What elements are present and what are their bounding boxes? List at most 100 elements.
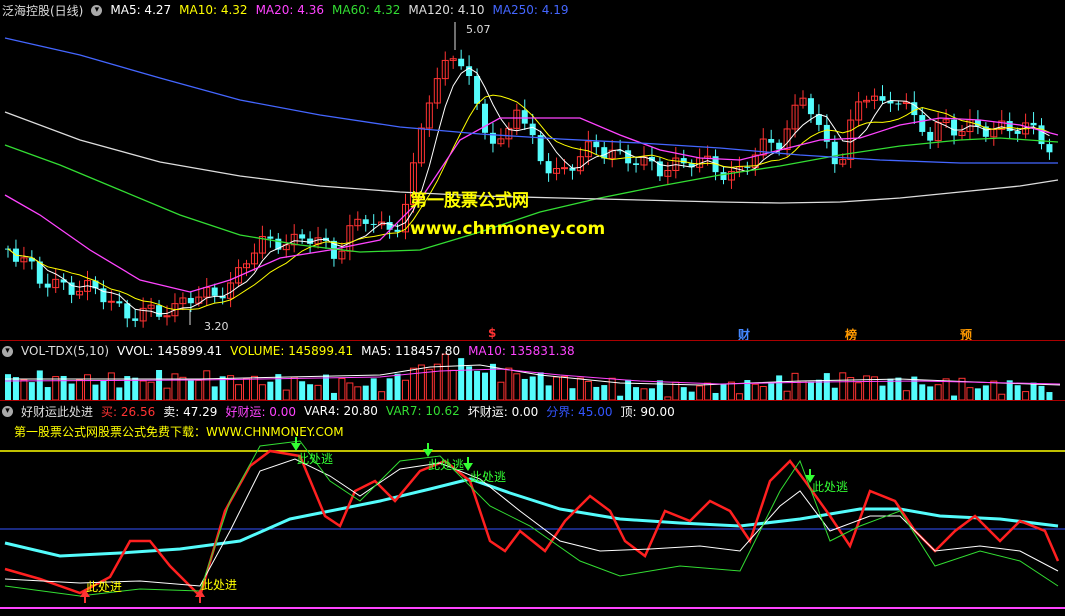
volume-bar-down (474, 370, 481, 400)
candle-body-up (561, 167, 568, 170)
settings-circle-icon[interactable]: ▾ (2, 405, 13, 417)
sell-signal-label: 此处逃 (470, 470, 506, 484)
volume-bar-down (116, 387, 123, 400)
volume-bar-up (553, 376, 561, 401)
volume-bar-down (36, 370, 43, 400)
ma20-value: MA20: 4.36 (255, 3, 324, 17)
candle-body-down (474, 76, 481, 104)
ma250-value: MA250: 4.19 (492, 3, 569, 17)
volume-bar-up (203, 370, 211, 401)
top-value: 顶: 90.00 (620, 404, 675, 419)
volume-bar-down (394, 373, 401, 400)
volume-bar-up (990, 380, 998, 401)
volume-bar-down (330, 392, 337, 400)
volume-bar-down (720, 384, 727, 400)
volume-bar-down (28, 382, 35, 400)
candlestick-chart[interactable]: 5.07 3.20 (0, 0, 1065, 340)
candle-body-down (919, 115, 926, 132)
candle-body-down (458, 58, 465, 67)
candle-body-down (370, 223, 377, 225)
candle-body-down (529, 123, 536, 136)
volume-bar-down (569, 388, 576, 400)
volume-bar-down (927, 386, 934, 400)
indicator-header: ▾ 好财运此处进 买: 26.56 卖: 47.29 好财运: 0.00 VAR… (2, 403, 683, 419)
candle-body-up (107, 300, 115, 303)
volume-bar-up (847, 377, 855, 401)
volume-bar-up (338, 377, 346, 401)
candle-body-down (187, 297, 194, 304)
volume-bar-down (807, 381, 814, 400)
volume-bar-down (776, 375, 783, 400)
candle-body-down (267, 236, 274, 239)
watermark-cn: 第一股票公式网 (410, 191, 529, 211)
volume-bar-down (593, 386, 600, 400)
volume-bar-up (727, 381, 735, 401)
volume-bar-up (791, 372, 799, 401)
formula-note: 第一股票公式网股票公式免费下载：WWW.CHNMONEY.COM (14, 425, 344, 439)
volume-bar-down (633, 387, 640, 400)
volume-bar-down (982, 385, 989, 400)
event-marker-finance[interactable]: 财 (738, 326, 750, 340)
price-header: 泛海控股(日线) ▾ MA5: 4.27 MA10: 4.32 MA20: 4.… (2, 2, 577, 18)
volume-bar-down (482, 372, 488, 400)
buy-value: 买: 26.56 (101, 404, 156, 419)
bad-luck-value: 坏财运: 0.00 (467, 404, 539, 419)
ma10-value: MA10: 4.32 (179, 3, 248, 17)
candle-body-down (633, 163, 640, 165)
candle-body-down (116, 301, 123, 304)
volume-value: VOLUME: 145899.41 (230, 344, 354, 358)
volume-bar-down (601, 385, 608, 400)
volume-bar-up (576, 377, 584, 401)
candle-body-down (807, 98, 814, 115)
volume-bar-down (648, 388, 655, 400)
event-marker-dollar[interactable]: $ (488, 326, 496, 340)
volume-bar-up (235, 384, 243, 401)
buy-line (4, 449, 1060, 599)
volume-bar-down (1046, 392, 1053, 400)
volume-bar-down (1030, 382, 1037, 400)
candle-body-down (927, 131, 934, 141)
volume-bar-up (171, 373, 179, 401)
vvol-value: VVOL: 145899.41 (117, 344, 223, 358)
volume-bar-up (163, 387, 171, 401)
volume-bar-down (768, 383, 775, 400)
event-marker-forecast[interactable]: 预 (960, 326, 972, 340)
volume-panel[interactable]: ▾ VOL-TDX(5,10) VVOL: 145899.41 VOLUME: … (0, 341, 1065, 401)
volume-header: ▾ VOL-TDX(5,10) VVOL: 145899.41 VOLUME: … (2, 343, 583, 359)
volume-bar-up (696, 385, 704, 401)
ma5-value: MA5: 4.27 (110, 3, 172, 17)
volume-bar-down (187, 380, 194, 400)
candle-body-down (1030, 122, 1037, 126)
volume-bar-up (783, 390, 791, 401)
volume-bar-down (712, 392, 719, 400)
candle-body-down (299, 234, 306, 239)
volume-bar-up (417, 364, 425, 401)
candle-body-down (768, 139, 775, 143)
volume-bar-down (211, 386, 218, 400)
volume-bar-up (433, 363, 441, 401)
indicator-panel[interactable]: 此处进 此处进 此处逃 此处逃 此处逃 此处逃 ▾ 好财运此处进 买: 26.56 卖: … (0, 401, 1065, 616)
event-marker-list[interactable]: 榜 (845, 326, 857, 340)
volume-bar-down (1038, 385, 1045, 400)
volume-bar-down (680, 387, 687, 400)
price-panel[interactable]: 5.07 3.20 泛海控股(日线) ▾ MA5: 4.27 MA10: 4.32… (0, 0, 1065, 340)
volume-bar-down (688, 391, 695, 400)
sell-line (4, 458, 1059, 587)
settings-circle-icon[interactable]: ▾ (2, 345, 13, 357)
volume-bar-down (1014, 385, 1021, 400)
ma20-line (4, 117, 1059, 293)
boundary-trend-line (4, 477, 1059, 558)
candle-body-down (124, 303, 131, 319)
volume-bar-down (92, 384, 99, 400)
volume-bar-down (156, 370, 163, 400)
high-price-label: 5.07 (466, 23, 491, 36)
volume-bar-up (250, 375, 258, 401)
candle-body-down (156, 305, 163, 317)
volume-bar-down (656, 380, 663, 400)
volume-bar-down (267, 381, 274, 400)
sell-signal-label: 此处逃 (812, 480, 848, 494)
settings-circle-icon[interactable]: ▾ (91, 4, 103, 16)
volume-bar-up (584, 380, 592, 401)
volume-bar-down (887, 378, 894, 400)
volume-bar-down (100, 380, 107, 400)
